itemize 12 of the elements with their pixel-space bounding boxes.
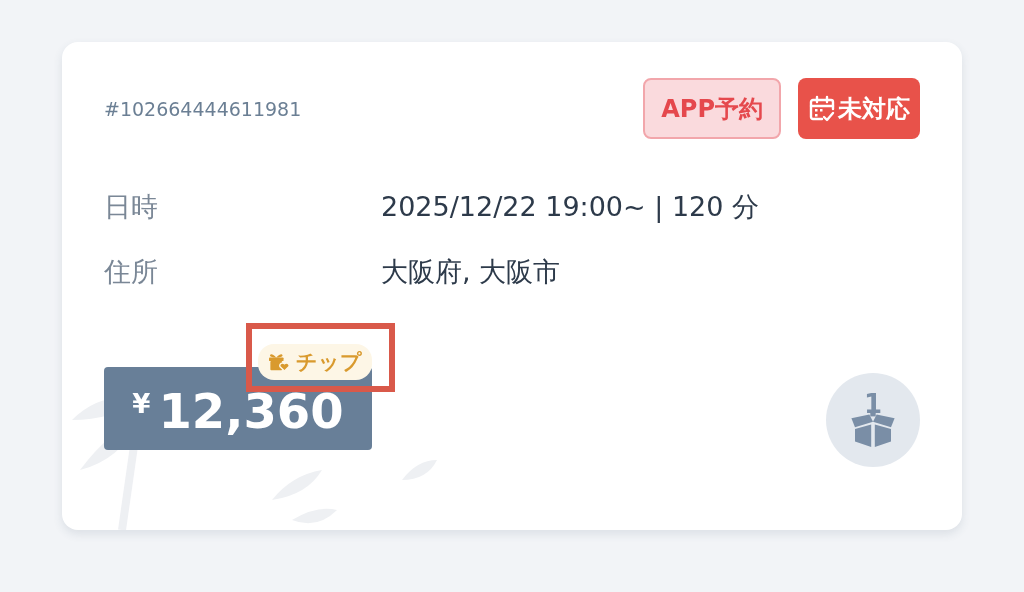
source-badge: APP予約 [643,78,781,139]
detail-label: 日時 [104,190,159,224]
tip-label: チップ [296,349,362,376]
price-amount: 12,360 [158,382,344,439]
detail-label: 住所 [104,255,159,289]
calendar-check-icon [808,94,836,123]
detail-value: 2025/12/22 19:00~ | 120 分 [381,190,759,224]
currency-symbol: ¥ [132,388,151,419]
gift-heart-icon [268,352,290,372]
order-number: #102664444611981 [104,97,302,120]
status-label: 未対応 [838,93,910,125]
detail-value: 大阪府, 大阪市 [381,255,561,289]
